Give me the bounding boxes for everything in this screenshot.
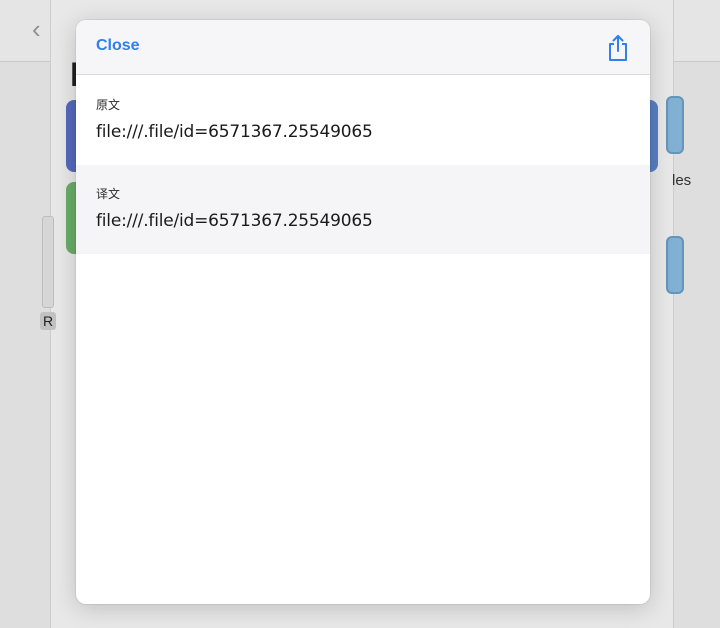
translation-label: 译文: [96, 187, 121, 201]
source-text: file:///.file/id=6571367.25549065: [96, 122, 373, 142]
share-icon[interactable]: [606, 34, 630, 62]
translated-text-section: 译文 file:///.file/id=6571367.25549065: [76, 165, 650, 254]
close-button[interactable]: Close: [96, 37, 140, 55]
source-text-section: 原文 file:///.file/id=6571367.25549065: [76, 76, 650, 165]
translation-modal: Close 原文 file:///.file/id=6571367.255490…: [76, 20, 650, 604]
modal-header: Close: [76, 20, 650, 75]
translated-text: file:///.file/id=6571367.25549065: [96, 211, 373, 231]
source-label: 原文: [96, 98, 121, 112]
